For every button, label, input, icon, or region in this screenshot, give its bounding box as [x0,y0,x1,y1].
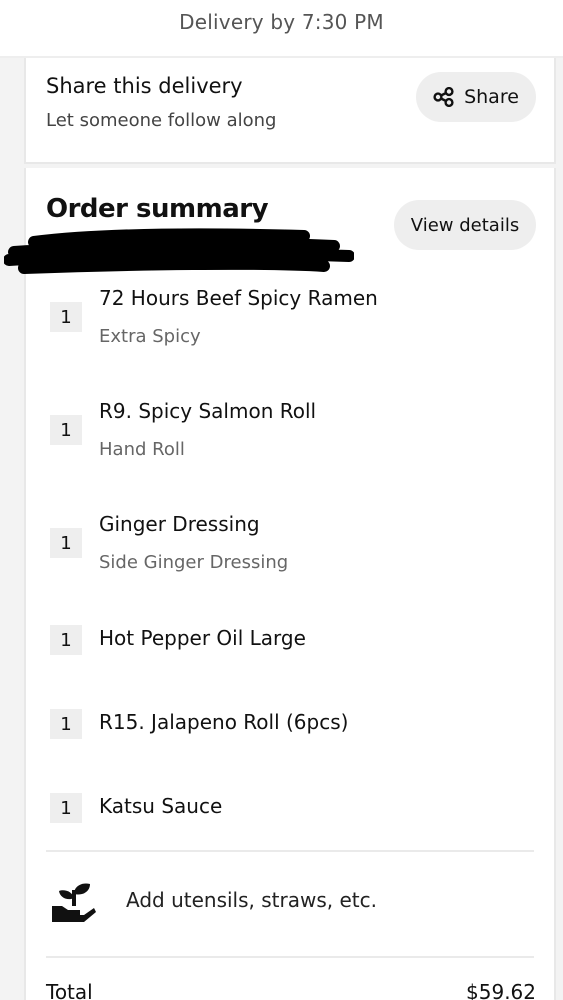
item-quantity: 1 [50,302,82,332]
order-summary-card: Order summary View details 1 72 Hours Be… [4,168,556,1000]
delivery-eta: Delivery by 7:30 PM [179,10,384,34]
share-delivery-card: Share this delivery Let someone follow a… [24,58,556,164]
item-quantity: 1 [50,793,82,823]
redaction-scribble [4,228,354,274]
item-name: Katsu Sauce [99,794,223,818]
item-name: Hot Pepper Oil Large [99,626,306,650]
item-quantity: 1 [50,528,82,558]
item-option: Extra Spicy [99,326,201,347]
plant-in-hand-icon [50,880,98,930]
item-name: R9. Spicy Salmon Roll [99,399,317,423]
view-details-button[interactable]: View details [394,200,536,250]
total-label: Total [46,980,93,1000]
share-title: Share this delivery [46,74,243,98]
add-utensils-row[interactable]: Add utensils, straws, etc. [26,868,554,938]
total-value: $59.62 [466,980,536,1000]
add-utensils-label: Add utensils, straws, etc. [126,888,377,912]
order-summary-title: Order summary [46,194,269,224]
item-name: R15. Jalapeno Roll (6pcs) [99,710,349,734]
top-bar: Delivery by 7:30 PM [0,0,563,58]
item-quantity: 1 [50,625,82,655]
item-option: Side Ginger Dressing [99,552,289,573]
share-subtitle: Let someone follow along [46,110,277,131]
share-button-label: Share [464,86,519,108]
order-tracking-screen: Delivery by 7:30 PM Share this delivery … [0,0,563,1000]
share-nodes-icon [433,87,455,107]
item-name: 72 Hours Beef Spicy Ramen [99,286,378,310]
divider [46,956,534,958]
item-name: Ginger Dressing [99,512,260,536]
item-option: Hand Roll [99,439,185,460]
item-quantity: 1 [50,415,82,445]
divider [46,850,534,852]
share-button[interactable]: Share [416,72,536,122]
item-quantity: 1 [50,709,82,739]
